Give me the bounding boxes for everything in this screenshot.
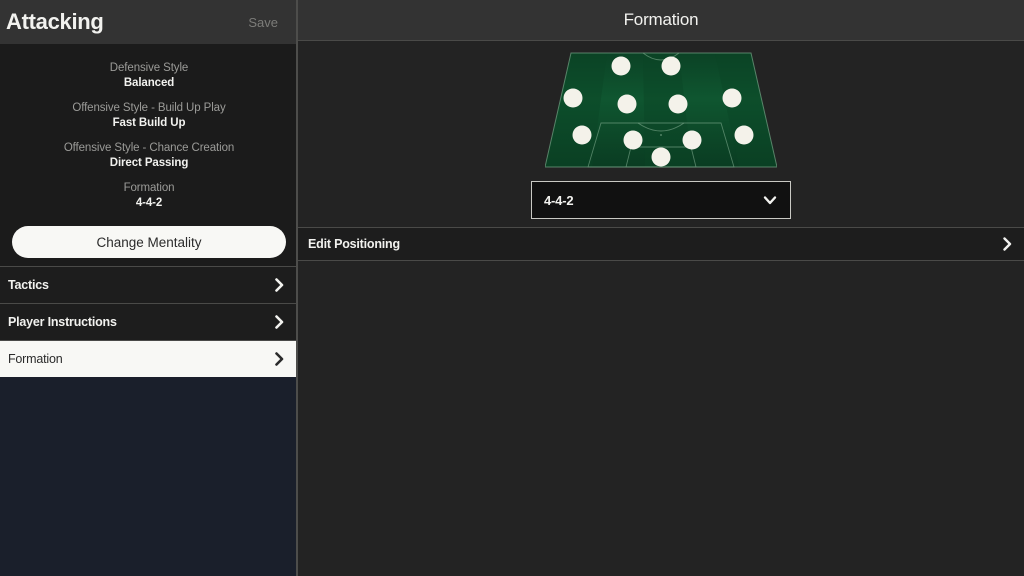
formation-preview-area: 4-4-2 xyxy=(298,41,1024,227)
page-title: Attacking xyxy=(6,9,104,34)
player-rst xyxy=(661,56,681,76)
stat-label: Defensive Style xyxy=(109,62,189,74)
player-lcm xyxy=(617,94,637,114)
sidebar: Attacking Save Defensive Style Balanced … xyxy=(0,0,298,576)
main-panel: Formation 4-4-2 Edit Positioning xyxy=(298,0,1024,576)
player-rb xyxy=(734,125,754,145)
stat-label: Offensive Style - Build Up Play xyxy=(72,102,226,114)
main-empty-area xyxy=(298,261,1024,576)
chevron-right-icon xyxy=(272,278,286,292)
player-lm xyxy=(563,88,583,108)
sidebar-item-label: Tactics xyxy=(8,278,49,292)
player-rm xyxy=(722,88,742,108)
stat-build-up-play: Offensive Style - Build Up Play Fast Bui… xyxy=(0,100,298,131)
player-gk xyxy=(651,147,671,167)
stat-formation: Formation 4-4-2 xyxy=(0,180,298,211)
sidebar-item-label: Player Instructions xyxy=(8,315,117,329)
player-rcm xyxy=(668,94,688,114)
pitch-svg xyxy=(545,52,777,168)
sidebar-empty-area xyxy=(0,377,298,576)
chevron-right-icon xyxy=(272,315,286,329)
chevron-right-icon xyxy=(1000,237,1014,251)
sidebar-item-player-instructions[interactable]: Player Instructions xyxy=(0,303,298,340)
player-lb xyxy=(572,125,592,145)
chevron-down-icon xyxy=(762,192,778,208)
edit-positioning-row[interactable]: Edit Positioning xyxy=(298,227,1024,261)
stat-value: 4-4-2 xyxy=(135,197,163,209)
main-header: Formation xyxy=(298,0,1024,41)
player-lcb xyxy=(623,130,643,150)
stat-value: Fast Build Up xyxy=(112,117,186,129)
sidebar-header: Attacking Save xyxy=(0,0,298,44)
stat-value: Direct Passing xyxy=(109,157,189,169)
formation-screen: Attacking Save Defensive Style Balanced … xyxy=(0,0,1024,576)
stat-defensive-style: Defensive Style Balanced xyxy=(0,60,298,91)
chevron-right-icon xyxy=(272,352,286,366)
stat-chance-creation: Offensive Style - Chance Creation Direct… xyxy=(0,140,298,171)
edit-positioning-label: Edit Positioning xyxy=(308,237,400,251)
sidebar-menu: Tactics Player Instructions Formation xyxy=(0,266,298,377)
main-title: Formation xyxy=(623,10,699,29)
sidebar-item-label: Formation xyxy=(8,352,63,366)
player-lst xyxy=(611,56,631,76)
save-button[interactable]: Save xyxy=(242,13,284,32)
sidebar-item-tactics[interactable]: Tactics xyxy=(0,266,298,303)
pitch-graphic xyxy=(545,51,777,171)
stat-label: Offensive Style - Chance Creation xyxy=(63,142,235,154)
stat-value: Balanced xyxy=(123,77,175,89)
formation-select-value: 4-4-2 xyxy=(544,192,574,208)
mentality-summary: Defensive Style Balanced Offensive Style… xyxy=(0,44,298,266)
sidebar-item-formation[interactable]: Formation xyxy=(0,340,298,377)
stat-label: Formation xyxy=(123,182,175,194)
formation-select[interactable]: 4-4-2 xyxy=(531,181,791,219)
player-rcb xyxy=(682,130,702,150)
change-mentality-button[interactable]: Change Mentality xyxy=(12,226,286,258)
